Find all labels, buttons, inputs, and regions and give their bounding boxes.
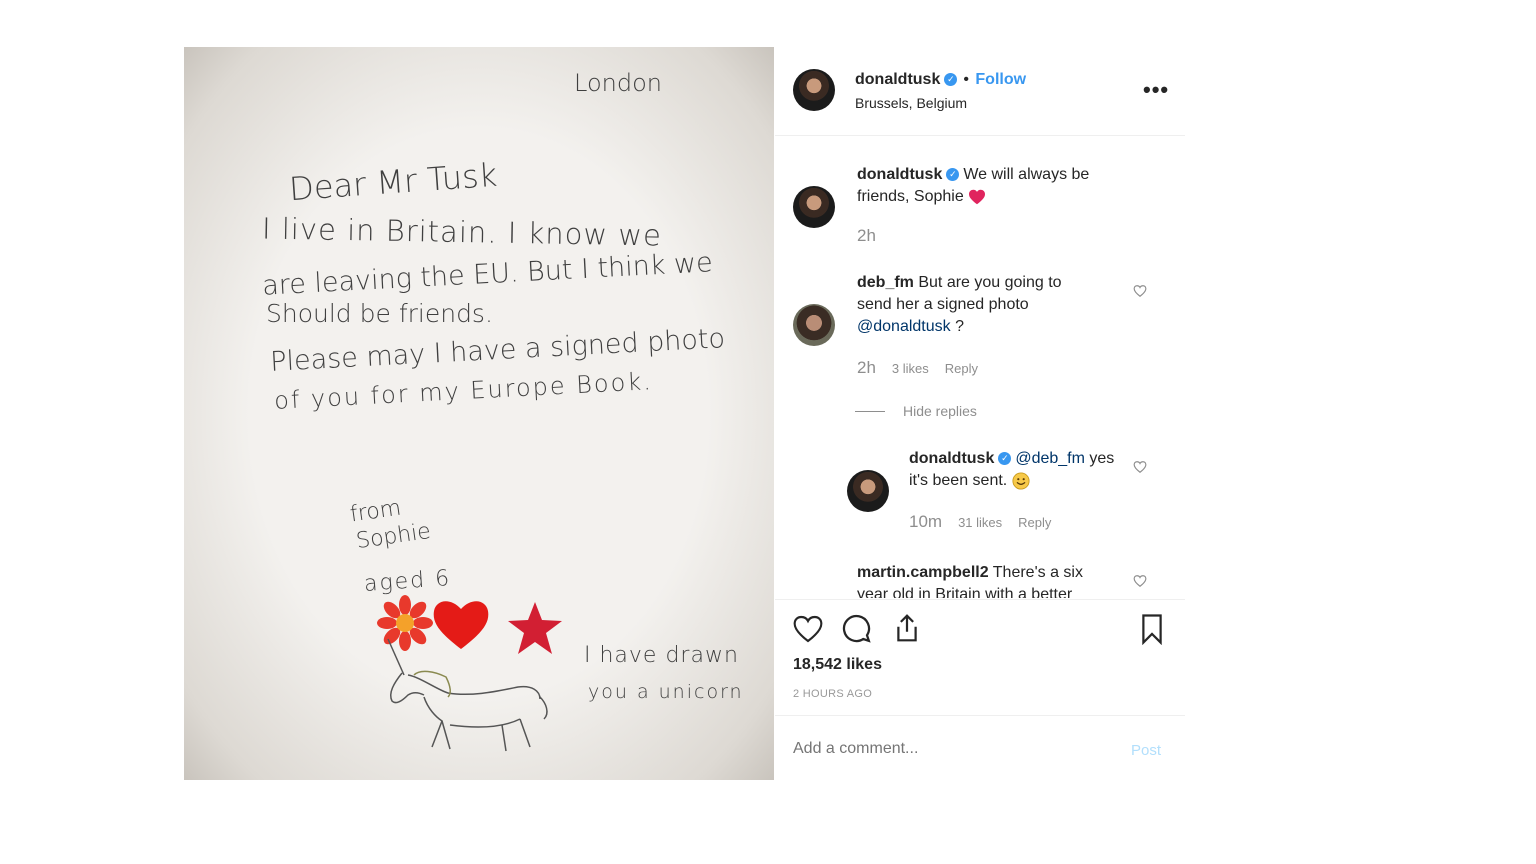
follow-button[interactable]: Follow	[975, 71, 1026, 88]
caption: donaldtusk ✓ We will always be friends, So…	[857, 164, 1127, 208]
post-side-panel: donaldtusk ✓ • Follow Brussels, Belgium ••…	[775, 47, 1185, 780]
caption-meta: 2h	[857, 226, 892, 246]
unicorn-drawing	[387, 638, 548, 752]
post-comment-button[interactable]: Post	[1131, 742, 1161, 759]
author-line: donaldtusk ✓ • Follow	[855, 71, 1026, 89]
like-heart-icon[interactable]	[792, 614, 824, 644]
red-heart-emoji-icon	[969, 189, 986, 205]
letter-age: aged 6	[363, 565, 452, 598]
reply-avatar[interactable]	[847, 470, 889, 512]
post-image: London Dear Mr Tusk I live in Britain. I…	[184, 47, 774, 780]
comment-like-icon[interactable]	[1133, 284, 1147, 298]
reply-reply-button[interactable]: Reply	[1018, 515, 1051, 530]
verified-icon: ✓	[944, 73, 958, 87]
author-username[interactable]: donaldtusk	[855, 71, 940, 88]
add-comment-input[interactable]	[793, 740, 1093, 758]
comment-bubble-icon[interactable]	[842, 614, 872, 644]
comment-avatar[interactable]	[793, 304, 835, 346]
post-actions: 18,542 likes 2 HOURS AGO	[775, 599, 1185, 716]
comment-composer: Post	[775, 715, 1185, 781]
comment: deb_fm But are you going to send her a s…	[857, 272, 1097, 338]
letter-greeting: Dear Mr Tusk	[287, 155, 499, 209]
hide-replies-divider	[855, 411, 885, 412]
caption-time[interactable]: 2h	[857, 226, 876, 245]
letter-city: London	[574, 69, 662, 97]
save-bookmark-icon[interactable]	[1139, 613, 1165, 645]
separator-dot: •	[963, 71, 969, 88]
hide-replies-button[interactable]: Hide replies	[903, 403, 977, 419]
comment-like-icon[interactable]	[1133, 574, 1147, 588]
letter-line-1: I live in Britain. I know we	[261, 211, 663, 253]
likes-count[interactable]: 18,542 likes	[793, 656, 882, 674]
letter-drawn-1: I have drawn	[584, 643, 739, 668]
comment-username[interactable]: martin.campbell2	[857, 564, 989, 581]
comment-suffix: ?	[950, 318, 964, 335]
comment: martin.campbell2 There's a six year old …	[857, 562, 1107, 598]
reply-like-icon[interactable]	[1133, 460, 1147, 474]
caption-avatar[interactable]	[793, 186, 835, 228]
letter-line-3: Should be friends.	[266, 299, 493, 328]
letter-line-4: Please may I have a signed photo	[269, 323, 726, 378]
letter-line-2: are leaving the EU. But I think we	[261, 247, 714, 302]
reply-username[interactable]: donaldtusk	[909, 450, 994, 467]
smiling-face-emoji-icon	[1012, 472, 1030, 490]
reply-meta: 10m 31 likes Reply	[909, 512, 1067, 532]
caption-username[interactable]: donaldtusk	[857, 166, 942, 183]
reply: donaldtusk ✓ @deb_fm yes it's been sent.	[909, 448, 1119, 492]
comment-mention[interactable]: @donaldtusk	[857, 318, 951, 335]
comments-list[interactable]: donaldtusk ✓ We will always be friends, So…	[775, 136, 1185, 598]
reply-time[interactable]: 10m	[909, 512, 942, 531]
letter-drawn-2: you a unicorn	[588, 681, 744, 703]
author-avatar[interactable]	[793, 69, 835, 111]
comment-meta: 2h 3 likes Reply	[857, 358, 994, 378]
more-options-icon[interactable]: •••	[1143, 77, 1169, 103]
reply-likes[interactable]: 31 likes	[958, 515, 1002, 530]
post-timestamp[interactable]: 2 HOURS AGO	[793, 688, 872, 700]
verified-icon: ✓	[998, 452, 1012, 466]
post-location[interactable]: Brussels, Belgium	[855, 95, 967, 111]
share-icon[interactable]	[892, 612, 922, 644]
comment-reply-button[interactable]: Reply	[945, 361, 978, 376]
comment-likes[interactable]: 3 likes	[892, 361, 929, 376]
comment-time[interactable]: 2h	[857, 358, 876, 377]
comment-username[interactable]: deb_fm	[857, 274, 914, 291]
reply-mention[interactable]: @deb_fm	[1015, 450, 1085, 467]
post-header: donaldtusk ✓ • Follow Brussels, Belgium ••…	[775, 47, 1185, 136]
verified-icon: ✓	[946, 168, 960, 182]
